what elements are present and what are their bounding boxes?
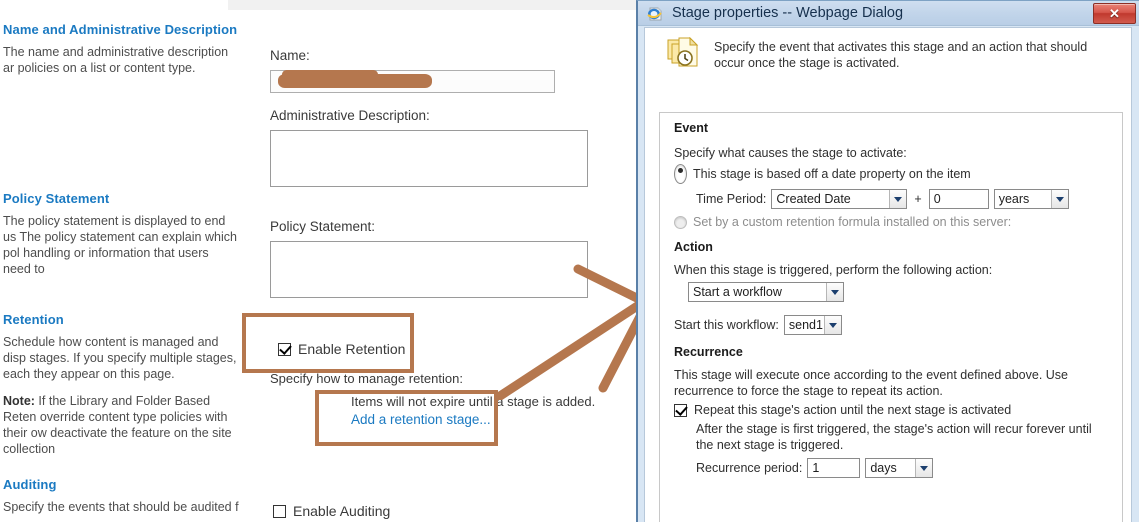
- workflow-row: Start this workflow: send1: [674, 315, 1108, 335]
- chevron-down-icon[interactable]: [915, 459, 933, 477]
- section-heading: Auditing: [3, 477, 57, 492]
- radio-date-property-label: This stage is based off a date property …: [693, 167, 971, 181]
- enable-auditing-checkbox[interactable]: [273, 504, 286, 518]
- section-auditing: Auditing Specify the events that should …: [3, 477, 239, 515]
- section-body: Schedule how content is managed and disp…: [3, 335, 237, 381]
- action-select[interactable]: Start a workflow: [688, 282, 844, 302]
- dialog-body: Specify the event that activates this st…: [644, 27, 1132, 522]
- section-heading: Policy Statement: [3, 191, 110, 206]
- chevron-down-icon[interactable]: [823, 316, 841, 334]
- annotation-box-add-retention-stage: [315, 390, 498, 446]
- dialog-header-text: Specify the event that activates this st…: [714, 40, 1088, 70]
- chevron-down-icon[interactable]: [1050, 190, 1068, 208]
- administrative-description-group: Administrative Description:: [270, 108, 588, 187]
- event-group-title: Event: [674, 121, 709, 135]
- action-value: Start a workflow: [693, 285, 782, 299]
- policy-statement-label: Policy Statement:: [270, 219, 376, 234]
- section-retention: Retention Schedule how content is manage…: [3, 312, 243, 457]
- repeat-stage-checkbox-row[interactable]: Repeat this stage's action until the nex…: [674, 402, 1108, 418]
- recurrence-description: This stage will execute once according t…: [674, 368, 1068, 398]
- close-icon[interactable]: ✕: [1093, 3, 1136, 24]
- recurrence-period-label: Recurrence period:: [696, 461, 803, 475]
- time-period-unit-select[interactable]: years: [993, 189, 1069, 209]
- internet-explorer-icon: [647, 5, 664, 22]
- note-label: Note:: [3, 394, 35, 408]
- enable-auditing-checkbox-row[interactable]: Enable Auditing: [273, 503, 390, 519]
- dialog-title: Stage properties -- Webpage Dialog: [672, 5, 904, 21]
- section-policy-statement: Policy Statement The policy statement is…: [3, 191, 239, 277]
- recurrence-period-unit-select[interactable]: days: [865, 458, 934, 478]
- redaction-overlay: [278, 70, 432, 88]
- name-input[interactable]: [270, 70, 555, 93]
- administrative-description-label: Administrative Description:: [270, 108, 430, 123]
- time-period-row: Time Period: Created Date + 0 years: [696, 189, 1108, 209]
- section-heading: Retention: [3, 312, 64, 327]
- annotation-arrow-to-dialog: [495, 264, 652, 400]
- chevron-down-icon[interactable]: [826, 283, 843, 301]
- section-note: Note: If the Library and Folder Based Re…: [3, 393, 243, 457]
- action-select-row: Start a workflow: [688, 282, 1108, 302]
- action-prompt: When this stage is triggered, perform th…: [674, 263, 993, 277]
- radio-row-custom-formula[interactable]: Set by a custom retention formula instal…: [674, 215, 1108, 229]
- dialog-settings-groupbox: Event Specify what causes the stage to a…: [659, 112, 1123, 522]
- action-group-title: Action: [674, 240, 713, 254]
- page-top-bar: [228, 0, 637, 10]
- time-period-label: Time Period:: [696, 192, 767, 206]
- section-body: The policy statement is displayed to end…: [3, 214, 237, 276]
- radio-row-date-property[interactable]: This stage is based off a date property …: [674, 164, 1108, 184]
- section-heading: Name and Administrative Description: [3, 22, 238, 37]
- repeat-stage-label: Repeat this stage's action until the nex…: [694, 403, 1012, 417]
- dialog-title-bar[interactable]: Stage properties -- Webpage Dialog ✕: [638, 1, 1139, 26]
- recurrence-period-input[interactable]: 1: [807, 458, 861, 478]
- name-label: Name:: [270, 48, 310, 63]
- section-name-and-administrative-description: Name and Administrative Description The …: [3, 22, 239, 76]
- event-prompt: Specify what causes the stage to activat…: [674, 146, 907, 160]
- workflow-value: send1: [788, 318, 823, 332]
- time-period-unit-value: years: [998, 192, 1030, 206]
- workflow-label: Start this workflow:: [674, 318, 779, 332]
- workflow-select[interactable]: send1: [783, 315, 842, 335]
- name-field-group: Name:: [270, 48, 555, 93]
- radio-custom-formula[interactable]: [674, 215, 687, 229]
- time-period-amount-input[interactable]: 0: [928, 189, 989, 209]
- time-period-property-value: Created Date: [776, 192, 851, 206]
- recurrence-group-title: Recurrence: [674, 345, 743, 359]
- annotation-box-enable-retention: [242, 313, 414, 373]
- radio-custom-formula-label: Set by a custom retention formula instal…: [693, 215, 1012, 229]
- repeat-stage-checkbox[interactable]: [674, 403, 687, 417]
- plus-sign: +: [914, 192, 922, 206]
- radio-date-property[interactable]: [674, 164, 687, 184]
- administrative-description-textarea[interactable]: [270, 130, 588, 187]
- section-body: Specify the events that should be audite…: [3, 500, 239, 514]
- time-period-property-select[interactable]: Created Date: [771, 189, 908, 209]
- screen: Name and Administrative Description The …: [0, 0, 1139, 522]
- specify-retention-label: Specify how to manage retention:: [270, 371, 463, 386]
- repeat-stage-detail: After the stage is first triggered, the …: [696, 422, 1092, 452]
- chevron-down-icon[interactable]: [889, 190, 907, 208]
- stage-properties-dialog: Stage properties -- Webpage Dialog ✕ Spe…: [636, 0, 1139, 522]
- documents-clock-icon: [667, 36, 701, 69]
- recurrence-period-row: Recurrence period: 1 days: [696, 458, 1108, 478]
- note-text: If the Library and Folder Based Reten ov…: [3, 394, 232, 456]
- enable-auditing-label: Enable Auditing: [293, 503, 391, 519]
- section-body: The name and administrative description …: [3, 45, 229, 75]
- recurrence-period-unit-value: days: [870, 461, 897, 475]
- dialog-header: Specify the event that activates this st…: [645, 28, 1131, 81]
